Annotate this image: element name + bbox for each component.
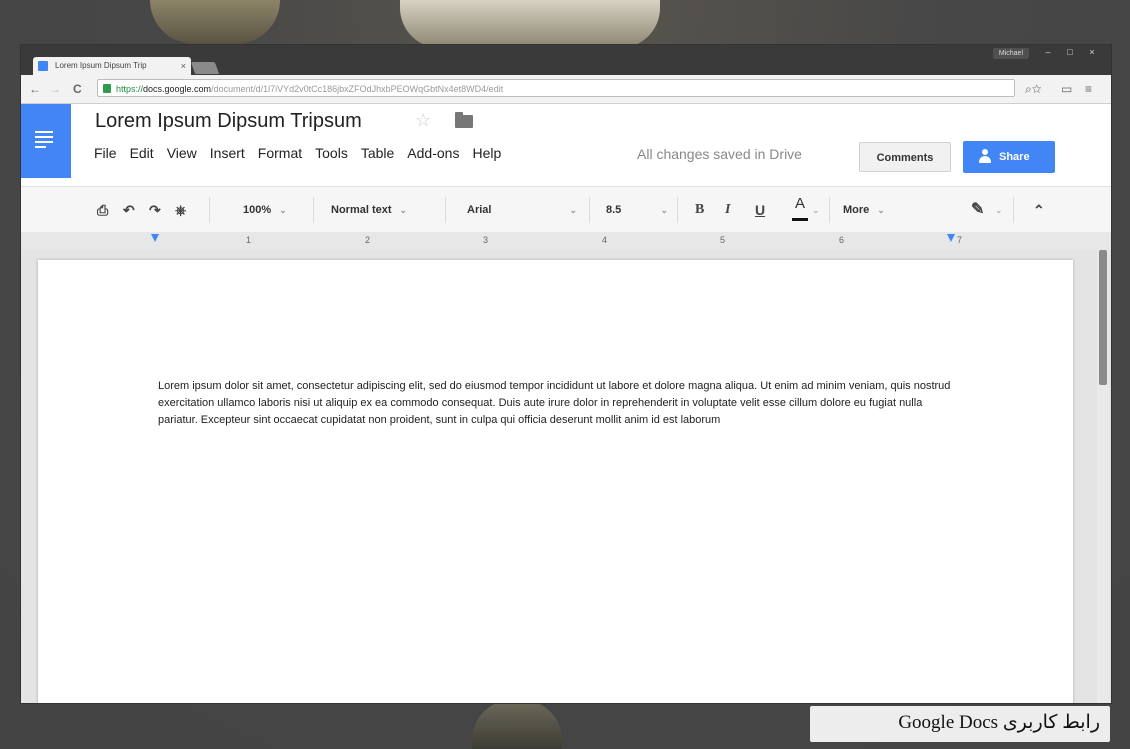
- menu-addons[interactable]: Add-ons: [407, 145, 459, 161]
- browser-window: Lorem Ipsum Dipsum Trip × Michael – □ × …: [20, 44, 1112, 704]
- font-value: Arial: [467, 204, 492, 216]
- font-select[interactable]: Arial ⌄: [467, 187, 577, 233]
- menu-table[interactable]: Table: [361, 145, 394, 161]
- zoom-bookmark-icon[interactable]: ⌕☆: [1025, 82, 1042, 97]
- comments-button[interactable]: Comments: [859, 142, 951, 172]
- caption-text: رابط کاربری Google Docs: [898, 712, 1100, 733]
- chevron-down-icon: ⌄: [877, 205, 885, 215]
- text-color-swatch: [792, 218, 808, 221]
- star-icon[interactable]: ☆: [415, 110, 431, 131]
- menu-edit[interactable]: Edit: [130, 145, 154, 161]
- wallpaper-robot-center: [400, 0, 660, 48]
- undo-icon[interactable]: ↶: [123, 187, 135, 233]
- menu-file[interactable]: File: [94, 145, 117, 161]
- ruler-mark: 5: [720, 235, 726, 245]
- cast-icon[interactable]: ▭: [1061, 82, 1072, 96]
- ruler-mark: 7: [957, 235, 963, 245]
- menu-format[interactable]: Format: [258, 145, 302, 161]
- zoom-value: 100%: [243, 204, 272, 216]
- chrome-menu-icon[interactable]: ≡: [1085, 82, 1092, 96]
- chevron-down-icon: ⌄: [569, 205, 577, 215]
- url-host: docs.google.com: [143, 84, 212, 94]
- menu-tools[interactable]: Tools: [315, 145, 348, 161]
- lock-icon: [103, 84, 111, 93]
- docs-home-icon[interactable]: [21, 104, 71, 178]
- right-indent-icon[interactable]: [947, 234, 955, 242]
- ruler-mark: 3: [483, 235, 489, 245]
- menu-bar: File Edit View Insert Format Tools Table Add-on…: [94, 145, 514, 161]
- font-size-value: 8.5: [606, 204, 622, 216]
- text-color-letter: A: [794, 195, 805, 212]
- formatting-toolbar: ⎙ ↶ ↷ ⎈ 100% ⌄ Normal text ⌄ Arial ⌄ 8.5 ⌄ B…: [21, 186, 1111, 234]
- new-tab-button[interactable]: [190, 62, 220, 74]
- share-label: Share: [999, 151, 1030, 163]
- profile-button[interactable]: Michael: [992, 48, 1029, 59]
- docs-favicon-icon: [38, 61, 48, 71]
- menu-insert[interactable]: Insert: [210, 145, 245, 161]
- reload-icon[interactable]: C: [73, 82, 82, 96]
- collapse-menus-icon[interactable]: ⌃: [1033, 187, 1045, 233]
- back-icon[interactable]: ←: [29, 82, 41, 96]
- underline-button[interactable]: U: [755, 187, 765, 233]
- ruler-mark: 4: [602, 235, 608, 245]
- address-toolbar: ← → C https://docs.google.com/document/d…: [21, 75, 1111, 104]
- menu-view[interactable]: View: [167, 145, 197, 161]
- style-select[interactable]: Normal text ⌄: [331, 187, 407, 233]
- document-body-text[interactable]: Lorem ipsum dolor sit amet, consectetur …: [158, 378, 963, 429]
- share-button[interactable]: Share: [963, 141, 1055, 173]
- share-person-icon: [979, 149, 991, 163]
- left-indent-icon[interactable]: [151, 234, 159, 242]
- scrollbar-thumb[interactable]: [1099, 250, 1107, 385]
- maximize-button[interactable]: □: [1059, 47, 1081, 57]
- tab-title: Lorem Ipsum Dipsum Trip: [55, 61, 147, 70]
- italic-button[interactable]: I: [725, 187, 730, 233]
- zoom-select[interactable]: 100% ⌄: [243, 187, 287, 233]
- redo-icon[interactable]: ↷: [149, 187, 161, 233]
- document-page[interactable]: Lorem ipsum dolor sit amet, consectetur …: [38, 260, 1073, 703]
- chevron-down-icon[interactable]: ⌄: [812, 187, 820, 233]
- document-title[interactable]: Lorem Ipsum Dipsum Tripsum: [95, 110, 362, 133]
- forward-icon[interactable]: →: [49, 82, 61, 96]
- ruler-mark: 1: [246, 235, 252, 245]
- chevron-down-icon[interactable]: ⌄: [995, 187, 1003, 233]
- chevron-down-icon: ⌄: [279, 205, 287, 215]
- chevron-down-icon: ⌄: [399, 205, 408, 215]
- minimize-button[interactable]: –: [1037, 47, 1059, 57]
- more-button[interactable]: More ⌄: [843, 187, 885, 233]
- ruler: 1 2 3 4 5 6 7: [21, 232, 1111, 250]
- paint-format-icon[interactable]: ⎈: [175, 187, 186, 233]
- title-bar: Lorem Ipsum Dipsum Trip × Michael – □ ×: [21, 45, 1111, 75]
- document-canvas: Lorem ipsum dolor sit amet, consectetur …: [21, 250, 1111, 703]
- menu-help[interactable]: Help: [472, 145, 501, 161]
- more-label: More: [843, 204, 870, 216]
- text-color-button[interactable]: A: [792, 195, 808, 225]
- ruler-mark: 6: [839, 235, 845, 245]
- tab-close-icon[interactable]: ×: [181, 57, 186, 75]
- bold-button[interactable]: B: [695, 187, 704, 233]
- browser-tab[interactable]: Lorem Ipsum Dipsum Trip ×: [33, 57, 191, 75]
- url-path: /document/d/1l7iVYd2v0tCc186jbxZFOdJhxbP…: [211, 84, 504, 94]
- print-icon[interactable]: ⎙: [97, 187, 108, 233]
- style-value: Normal text: [331, 204, 392, 216]
- chevron-down-icon: ⌄: [660, 205, 668, 215]
- url-input[interactable]: https://docs.google.com/document/d/1l7iV…: [97, 79, 1015, 97]
- font-size-select[interactable]: 8.5 ⌄: [606, 187, 668, 233]
- ruler-mark: 2: [365, 235, 371, 245]
- vertical-scrollbar[interactable]: [1097, 250, 1109, 703]
- folder-icon[interactable]: [455, 112, 473, 128]
- save-status[interactable]: All changes saved in Drive: [637, 146, 802, 162]
- docs-header: Lorem Ipsum Dipsum Tripsum ☆ File Edit Vie…: [21, 104, 1111, 186]
- close-window-button[interactable]: ×: [1081, 47, 1103, 57]
- editing-mode-icon[interactable]: ✎: [971, 187, 984, 233]
- url-scheme: https://: [116, 84, 144, 94]
